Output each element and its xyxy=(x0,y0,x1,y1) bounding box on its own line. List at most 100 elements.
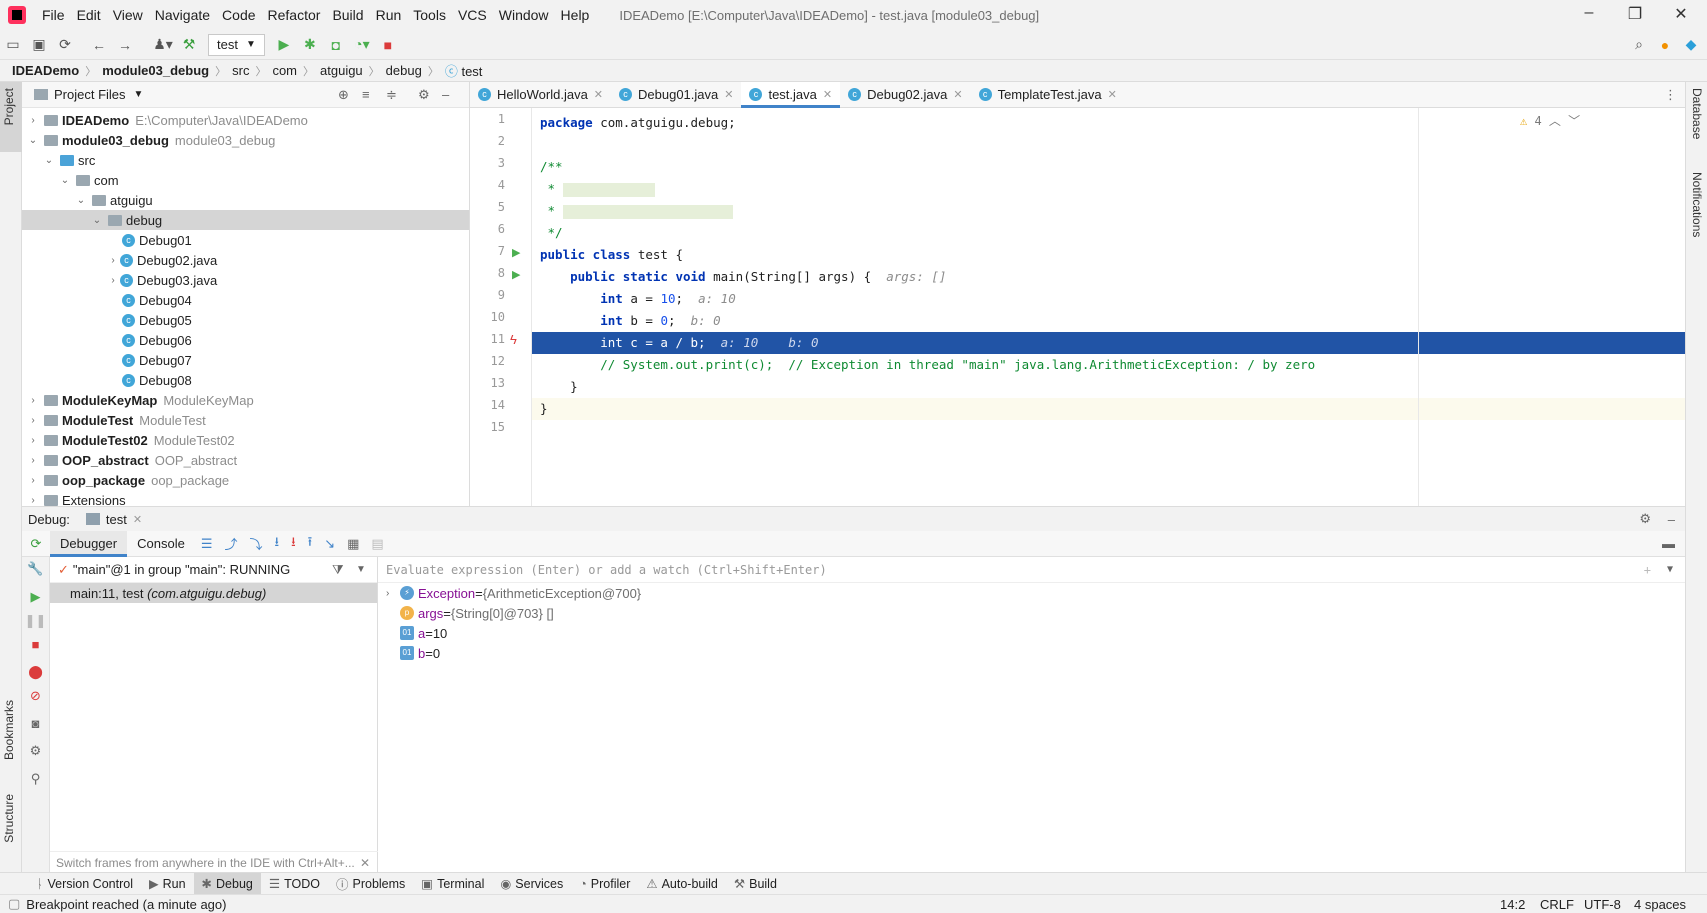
expand-all-icon[interactable]: ≡ xyxy=(362,87,370,102)
chevron-down-icon[interactable]: ⌄ xyxy=(74,195,88,206)
tree-row[interactable]: › ModuleTest02 ModuleTest02 xyxy=(22,430,469,450)
pin-icon[interactable]: ⚲ xyxy=(22,771,49,787)
file-encoding[interactable]: UTF-8 xyxy=(1584,897,1621,912)
tool-todo[interactable]: ☰ TODO xyxy=(261,873,328,895)
mute-breakpoints-icon[interactable]: ⊘ xyxy=(22,688,49,704)
gear-icon[interactable]: ⚙ xyxy=(418,87,430,103)
variable-row[interactable]: p args = {String[0]@703} [] xyxy=(378,603,1685,623)
filter-icon[interactable]: ⧩ xyxy=(332,562,344,578)
profiler-icon[interactable]: ◔▾ xyxy=(349,34,375,56)
run-icon[interactable]: ▶ xyxy=(271,34,297,56)
close-icon[interactable]: ✕ xyxy=(594,88,603,101)
sync-icon[interactable]: ⟳ xyxy=(52,34,78,56)
tool-project[interactable]: Project xyxy=(2,88,16,125)
camera-icon[interactable]: ◙ xyxy=(22,716,49,731)
tool-version-control[interactable]: ᚿ Version Control xyxy=(28,873,141,895)
search-icon[interactable]: ⌕ xyxy=(1626,34,1652,56)
tree-row[interactable]: › c Debug02.java xyxy=(22,250,469,270)
tree-row[interactable]: c Debug01 xyxy=(22,230,469,250)
maximize-icon[interactable]: ❐ xyxy=(1620,4,1650,24)
wrench-icon[interactable]: 🔧 xyxy=(22,561,49,577)
chevron-right-icon[interactable]: › xyxy=(26,115,40,126)
settings-icon[interactable]: ⚙ xyxy=(22,743,49,759)
tool-run[interactable]: ▶ Run xyxy=(141,873,194,895)
status-message[interactable]: Breakpoint reached (a minute ago) xyxy=(26,897,226,912)
tree-row[interactable]: c Debug06 xyxy=(22,330,469,350)
tree-row[interactable]: › IDEADemo E:\Computer\Java\IDEADemo xyxy=(22,110,469,130)
tree-row[interactable]: › oop_package oop_package xyxy=(22,470,469,490)
chevron-right-icon[interactable]: › xyxy=(386,588,400,599)
thread-selector[interactable]: ✓ "main"@1 in group "main": RUNNING ⧩ ▼ xyxy=(50,557,377,583)
crumb-atguigu[interactable]: atguigu xyxy=(314,63,369,78)
menu-edit[interactable]: Edit xyxy=(71,7,107,23)
chevron-right-icon[interactable]: › xyxy=(26,495,40,506)
chevron-right-icon[interactable]: › xyxy=(26,455,40,466)
caret-position[interactable]: 14:2 xyxy=(1500,897,1525,912)
locate-icon[interactable]: ⊕ xyxy=(338,87,349,103)
crumb-test[interactable]: ⓒ test xyxy=(439,61,489,80)
tool-services[interactable]: ◉ Services xyxy=(492,873,571,895)
view-breakpoints-icon[interactable]: ⬤ xyxy=(22,664,49,680)
menu-tools[interactable]: Tools xyxy=(407,7,452,23)
vcs-user-icon[interactable]: ♟▾ xyxy=(150,34,176,56)
tree-row[interactable]: c Debug05 xyxy=(22,310,469,330)
chevron-down-icon[interactable]: ▼ xyxy=(356,564,366,575)
project-view-selector[interactable]: Project Files xyxy=(54,87,126,102)
evaluate-expression-input[interactable]: Evaluate expression (Enter) or add a wat… xyxy=(378,557,1685,583)
variable-row[interactable]: 01 b = 0 xyxy=(378,643,1685,663)
show-execution-point-icon[interactable]: ⤴ xyxy=(218,534,243,553)
force-step-into-icon[interactable]: ⭳ xyxy=(285,533,302,555)
chevron-right-icon[interactable]: › xyxy=(26,475,40,486)
close-icon[interactable]: ✕ xyxy=(953,88,962,101)
tab-debug02[interactable]: c Debug02.java ✕ xyxy=(840,82,970,107)
chevron-down-icon[interactable]: ⌄ xyxy=(58,175,72,186)
menu-window[interactable]: Window xyxy=(493,7,555,23)
crumb-module[interactable]: module03_debug xyxy=(96,63,215,78)
gear-icon[interactable]: ⚙ xyxy=(1639,511,1651,527)
update-icon[interactable]: ● xyxy=(1652,34,1678,56)
menu-navigate[interactable]: Navigate xyxy=(149,7,216,23)
chevron-right-icon[interactable]: › xyxy=(106,275,120,286)
tree-row[interactable]: ⌄ com xyxy=(22,170,469,190)
tree-row[interactable]: › ModuleTest ModuleTest xyxy=(22,410,469,430)
tool-bookmarks[interactable]: Bookmarks xyxy=(2,700,16,760)
chevron-right-icon[interactable]: › xyxy=(106,255,120,266)
layout-icon[interactable]: ▬ xyxy=(1662,536,1675,551)
menu-help[interactable]: Help xyxy=(555,7,596,23)
add-watch-icon[interactable]: + xyxy=(1644,563,1651,577)
chevron-down-icon[interactable]: ⌄ xyxy=(42,155,56,166)
tree-row[interactable]: ⌄ atguigu xyxy=(22,190,469,210)
tool-structure[interactable]: Structure xyxy=(2,794,16,843)
tab-helloworld[interactable]: c HelloWorld.java ✕ xyxy=(470,82,611,107)
evaluate-icon[interactable]: ▦ xyxy=(341,536,365,552)
tool-profiler[interactable]: ◔ Profiler xyxy=(571,873,638,895)
tree-row[interactable]: › OOP_abstract OOP_abstract xyxy=(22,450,469,470)
open-folder-icon[interactable]: ▭ xyxy=(0,34,26,56)
tool-problems[interactable]: ⓘ Problems xyxy=(328,873,413,895)
more-tabs-icon[interactable]: ⋮ xyxy=(1664,87,1677,103)
warnings-indicator[interactable]: ⚠ 4 ︿ ﹀ xyxy=(1520,112,1580,129)
close-icon[interactable]: ✕ xyxy=(1666,4,1696,24)
menu-run[interactable]: Run xyxy=(370,7,408,23)
hide-icon[interactable]: – xyxy=(1668,512,1675,527)
status-square-icon[interactable]: ▢ xyxy=(8,896,20,912)
tool-auto-build[interactable]: ⚠ Auto-build xyxy=(638,873,726,895)
tab-test[interactable]: c test.java ✕ xyxy=(741,82,841,108)
debug-session-tab[interactable]: test xyxy=(106,512,127,527)
chevron-right-icon[interactable]: › xyxy=(26,435,40,446)
menu-vcs[interactable]: VCS xyxy=(452,7,493,23)
save-icon[interactable]: ▣ xyxy=(26,34,52,56)
menu-view[interactable]: View xyxy=(107,7,149,23)
crumb-debug[interactable]: debug xyxy=(380,63,428,78)
threads-list-icon[interactable]: ☰ xyxy=(195,536,219,552)
tab-templatetest[interactable]: c TemplateTest.java ✕ xyxy=(971,82,1125,107)
step-over-icon[interactable]: ⤵ xyxy=(243,534,268,553)
tree-row[interactable]: c Debug08 xyxy=(22,370,469,390)
line-separator[interactable]: CRLF xyxy=(1540,897,1574,912)
tree-row[interactable]: ⌄ module03_debug module03_debug xyxy=(22,130,469,150)
chevron-right-icon[interactable]: › xyxy=(26,415,40,426)
stop-icon[interactable]: ■ xyxy=(22,637,49,652)
hide-icon[interactable]: – xyxy=(442,87,449,102)
tool-debug[interactable]: ✱ Debug xyxy=(193,872,261,895)
frame-row-selected[interactable]: main:11, test (com.atguigu.debug) xyxy=(50,583,377,603)
